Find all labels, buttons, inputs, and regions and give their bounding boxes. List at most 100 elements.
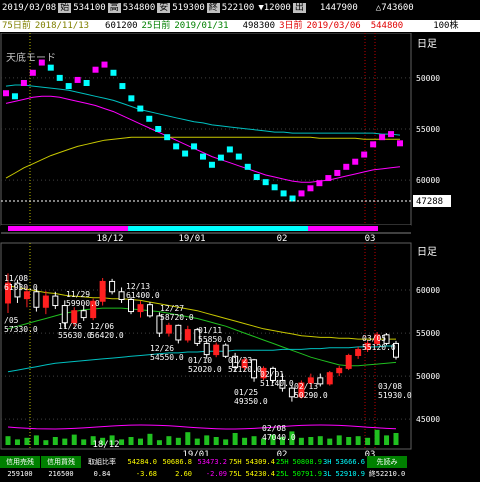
point-figure-box [3, 90, 9, 97]
candle-body [80, 310, 87, 319]
point-figure-box [128, 95, 135, 102]
volume-bar [232, 433, 238, 445]
point-figure-box [271, 184, 278, 191]
stat-a2: -3.68 [135, 470, 157, 478]
candle-body [326, 372, 333, 385]
annotation-date: /05 [4, 316, 19, 325]
annotation-value: 47040.0 [262, 433, 296, 442]
volume-bar [374, 429, 380, 445]
l75-label: 75L [229, 470, 242, 478]
point-figure-box [137, 105, 144, 112]
candle-body [33, 291, 40, 308]
point-figure-box [47, 64, 54, 71]
point-figure-box [29, 69, 36, 76]
annotation-date: 11/29 [66, 290, 90, 299]
volume-bar [175, 437, 181, 445]
volume-bar [298, 437, 304, 445]
point-figure-box [217, 154, 224, 161]
point-figure-box [56, 74, 63, 81]
h25-label: 25H [276, 458, 289, 466]
ratio-label: 取組比率 [88, 458, 116, 466]
annotation-value: 54550.0 [150, 353, 184, 362]
y-tick-label: 55000 [416, 125, 440, 134]
forecast-label: 先読み [367, 456, 407, 468]
x-axis-label: 18/12 [92, 440, 119, 450]
annotation-value: 50290.0 [294, 391, 328, 400]
stat-c2: -2.09 [205, 470, 227, 478]
annotation-date: 12/13 [126, 282, 150, 291]
volume-bar [24, 437, 30, 445]
annotation-date: 03/05 [362, 334, 386, 343]
ma75-date: 2018/11/13 [34, 21, 90, 31]
volume-value: 1447900 [319, 3, 358, 13]
stat-c1: 53473.2 [197, 458, 227, 466]
volume-bar [251, 436, 257, 445]
annotation-value: 55630.0 [58, 331, 92, 340]
point-figure-box [155, 126, 162, 132]
candle-body [203, 342, 210, 356]
point-figure-box [119, 83, 126, 90]
main-period-label: 日足 [417, 246, 437, 258]
volume-bar [204, 435, 210, 445]
annotation-value: 58720.0 [160, 313, 194, 322]
point-figure-box [388, 131, 395, 138]
point-figure-box [316, 180, 323, 187]
phase-band-down [8, 226, 128, 231]
moving-average-header-row: 75日前 2018/11/13 601200 25日前 2019/01/31 4… [0, 20, 480, 32]
volume-bar [14, 439, 20, 445]
volume-bar [317, 436, 323, 445]
annotation-date: 03/08 [378, 382, 402, 391]
volume-bar [223, 439, 229, 445]
annotation-date: 01/11 [198, 326, 222, 335]
point-figure-box [92, 66, 99, 73]
point-figure-box [352, 158, 359, 165]
annotation-date: 02/08 [262, 424, 286, 433]
price-header-row: 2019/03/08 始 534100 高 534800 安 519300 終 … [0, 2, 480, 14]
volume-bar [327, 438, 333, 445]
point-figure-box [173, 143, 180, 150]
candle-body [213, 344, 220, 356]
candle-body [71, 310, 78, 324]
volume-bar [355, 436, 361, 445]
point-figure-box [235, 153, 242, 160]
volume-bar [166, 436, 172, 445]
phase-band-down [308, 226, 378, 231]
point-figure-box [20, 80, 27, 86]
h75-label: 75H [229, 458, 242, 466]
high-label: 高 [107, 3, 121, 13]
point-figure-box [226, 146, 233, 153]
l3-label: 3L [323, 470, 332, 478]
y-tick-label: 55000 [416, 329, 440, 338]
y-tick-label: 60000 [416, 286, 440, 295]
annotation-value: 52120.0 [228, 365, 262, 374]
volume-bar [365, 437, 371, 445]
candle-body [355, 348, 362, 356]
point-figure-box [343, 163, 350, 170]
diff-value: △743600 [375, 3, 414, 13]
candle-body [146, 304, 153, 317]
change-value: ▼12000 [258, 3, 291, 13]
y-tick-label: 50000 [416, 372, 440, 381]
y-tick-label: 50000 [416, 74, 440, 83]
annotation-date: 12/26 [150, 344, 174, 353]
annotation-value: 55850.0 [198, 335, 232, 344]
candle-body [109, 280, 116, 293]
point-figure-box [110, 69, 117, 76]
point-figure-box [370, 141, 377, 148]
annotation-date: 12/06 [90, 322, 114, 331]
point-figure-box [307, 185, 314, 192]
h25-value: 50808.9 [292, 458, 322, 466]
volume-bar [5, 436, 11, 445]
annotation-date: 02/01 [260, 370, 284, 379]
point-figure-box [208, 161, 215, 168]
annotation-date: 11/26 [58, 322, 82, 331]
annotation-value: 49350.0 [234, 397, 268, 406]
annotation-date: 01/25 [234, 388, 258, 397]
open-label: 始 [58, 3, 72, 13]
candle-body [137, 304, 144, 313]
annotation-value: 52020.0 [188, 365, 222, 374]
annotation-value: 51930.0 [378, 391, 412, 400]
h3-value: 53666.6 [335, 458, 365, 466]
point-figure-box [325, 175, 332, 182]
h3-label: 3H [323, 458, 332, 466]
